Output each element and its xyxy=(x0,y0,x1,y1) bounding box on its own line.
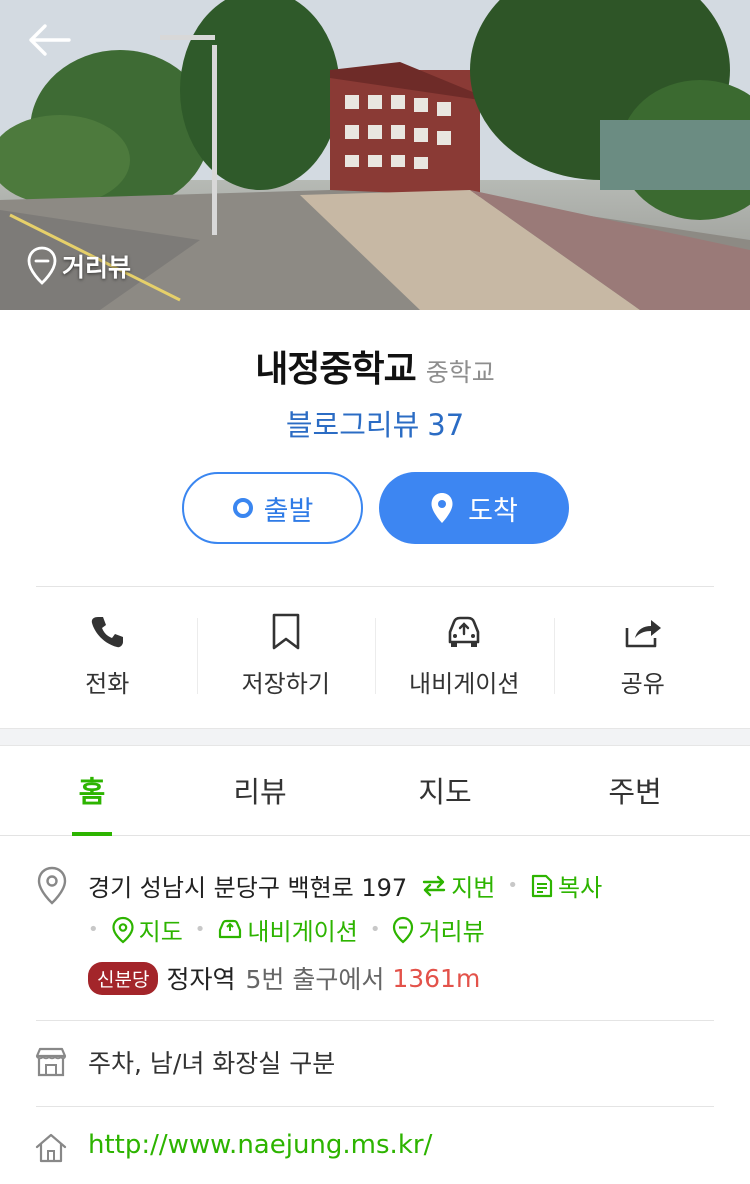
tab-nearby-label: 주변 xyxy=(608,775,662,809)
copy-button[interactable]: 복사 xyxy=(530,868,602,903)
share-button[interactable]: 공유 xyxy=(553,610,733,700)
place-category: 중학교 xyxy=(425,358,495,387)
navigation-label: 내비게이션 xyxy=(409,670,520,698)
jibun-label: 지번 xyxy=(451,874,496,902)
location-pin-icon xyxy=(37,866,67,905)
website-link[interactable]: http://www.naejung.ms.kr/ xyxy=(88,1130,432,1160)
map-pin-minus-icon xyxy=(27,246,57,285)
map-link-label: 지도 xyxy=(138,918,183,946)
divider xyxy=(36,586,714,587)
car-navigation-icon xyxy=(448,616,480,647)
blog-review-label: 블로그리뷰 xyxy=(285,408,420,442)
tab-home-label: 홈 xyxy=(78,775,106,809)
exit-text: 5번 출구에서 xyxy=(245,965,385,994)
subway-line-badge: 신분당 xyxy=(88,961,159,995)
depart-label: 출발 xyxy=(263,495,314,527)
map-link[interactable]: 지도 xyxy=(111,912,183,947)
navigation-link[interactable]: 내비게이션 xyxy=(217,912,358,947)
facilities-text: 주차, 남/녀 화장실 구분 xyxy=(88,1049,336,1078)
store-icon xyxy=(35,1047,67,1077)
tab-review[interactable]: 리뷰 xyxy=(200,746,320,834)
divider xyxy=(36,1106,714,1107)
place-name: 내정중학교 xyxy=(255,349,417,390)
bookmark-icon xyxy=(272,613,300,650)
share-label: 공유 xyxy=(620,670,665,698)
transit-info: 신분당 정자역 5번 출구에서 1361m xyxy=(88,960,480,996)
copy-label: 복사 xyxy=(558,874,603,902)
address-links: • 지도 • 내비게이션 • 거리뷰 xyxy=(88,912,485,947)
tab-review-label: 리뷰 xyxy=(233,775,287,809)
copy-icon xyxy=(531,874,553,897)
tab-map[interactable]: 지도 xyxy=(385,746,505,834)
car-icon xyxy=(219,919,242,938)
jibun-button[interactable]: 지번 xyxy=(421,868,495,903)
navigation-button[interactable]: 내비게이션 xyxy=(375,610,554,700)
tab-home[interactable]: 홈 xyxy=(32,746,152,836)
phone-icon xyxy=(92,617,124,648)
roadview-link[interactable]: 거리뷰 xyxy=(392,912,485,947)
blog-review-link[interactable]: 블로그리뷰 37 xyxy=(0,402,750,444)
website-row: http://www.naejung.ms.kr/ xyxy=(0,1126,750,1176)
roadview-link-label: 거리뷰 xyxy=(418,918,485,946)
arrive-button[interactable]: 도착 xyxy=(379,472,569,544)
save-button[interactable]: 저장하기 xyxy=(196,610,376,700)
address-text: 경기 성남시 분당구 백현로 197 xyxy=(88,874,408,902)
call-button[interactable]: 전화 xyxy=(18,610,197,700)
blog-review-count: 37 xyxy=(427,408,465,442)
roadview-photo[interactable]: 거리뷰 xyxy=(0,0,750,310)
call-label: 전화 xyxy=(85,670,130,698)
roadview-button[interactable]: 거리뷰 xyxy=(26,246,131,286)
divider xyxy=(36,1020,714,1021)
map-pin-minus-icon xyxy=(393,916,414,943)
address-line: 경기 성남시 분당구 백현로 197 지번 • 복사 xyxy=(88,868,602,903)
arrive-label: 도착 xyxy=(468,495,518,527)
arrow-left-icon xyxy=(29,24,71,56)
distance-value: 1361m xyxy=(392,963,481,993)
section-separator xyxy=(0,728,750,746)
swap-arrows-icon xyxy=(423,875,446,896)
depart-button[interactable]: 출발 xyxy=(182,472,363,544)
map-pin-icon xyxy=(112,916,134,943)
station-name: 정자역 xyxy=(166,965,236,994)
separator-dot: • xyxy=(507,875,519,896)
navigation-link-label: 내비게이션 xyxy=(247,918,358,946)
quick-actions: 전화 저장하기 내비게이션 공유 xyxy=(18,610,732,700)
back-button[interactable] xyxy=(24,18,74,62)
tab-nearby[interactable]: 주변 xyxy=(575,746,695,834)
tab-map-label: 지도 xyxy=(418,775,472,809)
separator-dot: • xyxy=(194,919,206,940)
home-icon xyxy=(35,1133,67,1163)
roadview-label: 거리뷰 xyxy=(62,253,132,282)
facilities-row: 주차, 남/녀 화장실 구분 xyxy=(0,1040,750,1090)
separator-dot: • xyxy=(369,919,381,940)
tab-bar: 홈 리뷰 지도 주변 xyxy=(0,746,750,836)
separator-dot: • xyxy=(88,919,99,940)
route-buttons: 출발 도착 xyxy=(182,472,569,544)
save-label: 저장하기 xyxy=(241,670,330,698)
origin-dot-icon xyxy=(232,498,253,518)
share-icon xyxy=(625,620,661,648)
place-title: 내정중학교 중학교 xyxy=(0,340,750,392)
map-pin-icon xyxy=(431,493,453,523)
